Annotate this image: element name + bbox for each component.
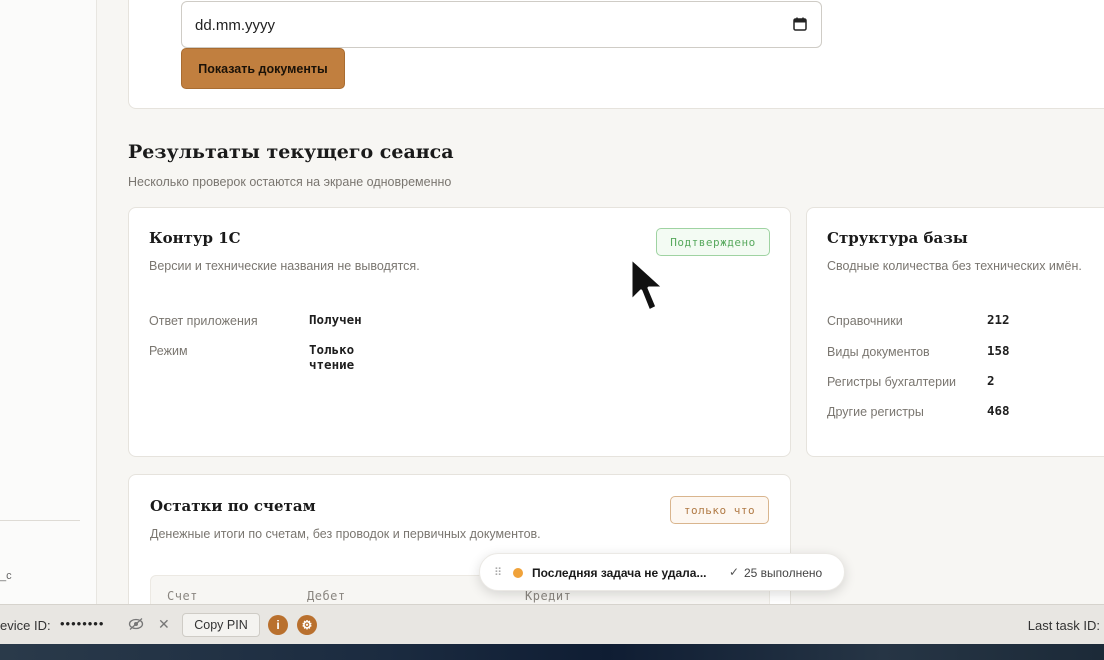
completed-count: 25 выполнено [744,566,823,580]
check-icon: ✓ [729,565,740,579]
column-header-credit[interactable]: Кредит [525,589,571,603]
row-value: Только чтение [309,342,355,372]
contour-card: Контур 1С Версии и технические названия … [128,207,791,457]
last-task-id-label: Last task ID: [1027,618,1100,633]
gear-icon[interactable]: ⚙ [297,615,317,635]
row-value: 2 [987,373,995,388]
confirmed-badge: Подтверждено [656,228,770,256]
row-label: Виды документов [827,345,930,359]
eye-icon[interactable] [128,617,144,631]
contour-card-title: Контур 1С [149,229,241,247]
row-value: 158 [987,343,1010,358]
mouse-cursor-icon [629,256,666,313]
info-icon[interactable]: i [268,615,288,635]
row-label: Регистры бухгалтерии [827,375,957,389]
db-structure-desc: Сводные количества без технических имён. [827,259,1082,273]
just-now-badge: только что [670,496,769,524]
date-input[interactable]: dd.mm.yyyy [181,1,822,48]
drag-handle-icon[interactable]: ⠿ [494,566,502,579]
balances-desc: Денежные итоги по счетам, без проводок и… [150,527,541,541]
device-id-label: evice ID: [0,618,51,633]
row-label: Другие регистры [827,405,924,419]
structure-row: Справочники 212 [827,312,1010,328]
contour-row: Режим Только чтение [149,342,354,372]
toast-message: Последняя задача не удала... [532,566,707,580]
task-status-toast[interactable]: ⠿ Последняя задача не удала... ✓ 25 выпо… [479,553,845,591]
calendar-icon[interactable] [793,17,807,31]
desktop-dock-strip [0,644,1104,660]
date-input-placeholder: dd.mm.yyyy [195,17,276,34]
contour-card-desc: Версии и технические названия не выводят… [149,259,420,273]
sidebar-divider [0,520,80,521]
column-header-debit[interactable]: Дебет [307,589,346,603]
bottom-status-bar: evice ID: •••••••• ✕ Copy PIN i ⚙ Last t… [0,604,1104,644]
row-value: 212 [987,312,1010,327]
structure-row: Регистры бухгалтерии 2 [827,373,995,389]
show-documents-button[interactable]: Показать документы [181,48,345,89]
sidebar-item-fragment[interactable]: _c [0,570,12,582]
balances-title: Остатки по счетам [150,497,316,515]
main-content: dd.mm.yyyy Показать документы Результаты… [97,0,1104,604]
status-dot [513,568,523,578]
filter-card: dd.mm.yyyy Показать документы [128,0,1104,109]
structure-row: Другие регистры 468 [827,403,1010,419]
close-icon[interactable]: ✕ [158,616,170,633]
device-id-masked: •••••••• [60,616,105,631]
sidebar: _c [0,0,97,604]
column-header-account[interactable]: Счет [167,589,198,603]
row-label: Режим [149,344,188,358]
row-label: Ответ приложения [149,314,258,328]
row-value: Получен [309,312,362,327]
section-title: Результаты текущего сеанса [128,141,454,163]
row-value: 468 [987,403,1010,418]
copy-pin-button[interactable]: Copy PIN [182,613,260,637]
db-structure-card: Структура базы Сводные количества без те… [806,207,1104,457]
row-label: Справочники [827,314,903,328]
db-structure-title: Структура базы [827,229,968,247]
contour-row: Ответ приложения Получен [149,312,362,328]
structure-row: Виды документов 158 [827,343,1010,359]
section-subtitle: Несколько проверок остаются на экране од… [128,175,452,189]
